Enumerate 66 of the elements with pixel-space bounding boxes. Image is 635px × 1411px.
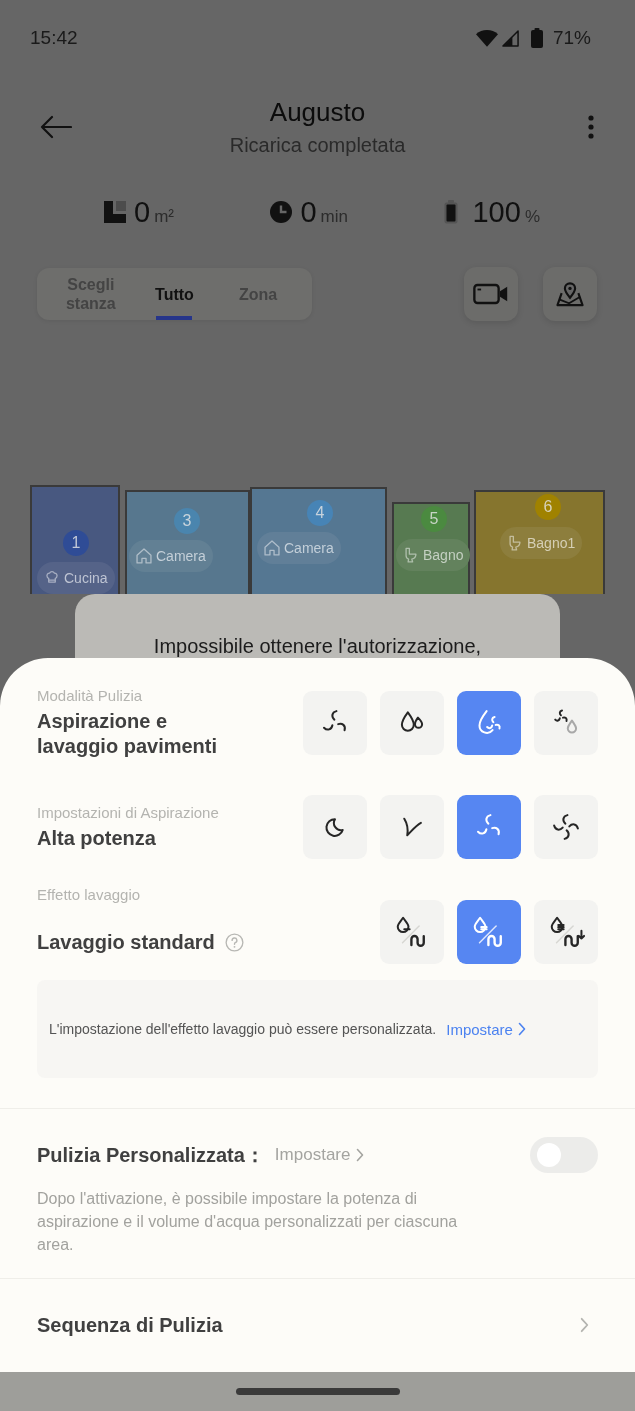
room-name: Camera	[284, 540, 334, 556]
chevron-icon	[356, 1148, 365, 1162]
toilet-icon	[402, 546, 420, 564]
setting-label: Impostazioni di Aspirazione	[37, 803, 220, 822]
room-number-marker[interactable]: 1	[63, 530, 89, 556]
house-icon	[263, 539, 281, 557]
clock-icon	[270, 201, 293, 223]
setting-label: Modalità Pulizia	[37, 687, 144, 705]
stat-unit: m²	[154, 206, 174, 227]
map-button[interactable]	[543, 267, 597, 321]
dialog-message: Impossibile ottenere l'autorizzazione,	[153, 634, 482, 658]
option-button[interactable]	[380, 691, 444, 755]
room-number-marker[interactable]: 5	[421, 506, 447, 532]
room-tag[interactable]: Bagno1	[500, 527, 583, 559]
floor-area-icon	[104, 201, 126, 223]
stat-value: 0	[134, 195, 151, 229]
wifi-icon	[475, 29, 498, 47]
help-icon[interactable]	[224, 933, 244, 952]
room-tag[interactable]: Cucina	[37, 562, 115, 594]
option-button[interactable]	[380, 900, 444, 964]
battery-percentage: 71%	[552, 27, 591, 49]
chevron-icon	[580, 1317, 589, 1333]
status-time: 15:42	[30, 27, 78, 49]
setting-label: Effetto lavaggio	[37, 886, 142, 904]
custom-cleaning-title: Pulizia Personalizzata：	[37, 1142, 265, 1168]
more-icon	[588, 115, 594, 139]
room-name: Bagno	[423, 547, 464, 563]
device-status: Ricarica completata	[229, 133, 406, 158]
setting-value: Aspirazione e lavaggio pavimenti	[37, 709, 219, 759]
battery-icon	[530, 28, 543, 48]
room-name: Cucina	[64, 570, 108, 586]
setting-value: Lavaggio standard	[37, 930, 215, 955]
toilet-icon	[506, 534, 524, 552]
device-name: Augusto	[269, 96, 366, 128]
room-area[interactable]: Bagno1 6	[474, 490, 605, 594]
room-name: Bagno1	[527, 535, 576, 551]
stat-unit: min	[320, 206, 348, 227]
battery-icon	[444, 200, 459, 224]
back-arrow-icon	[40, 115, 72, 139]
stat-value: 0	[300, 195, 317, 229]
house-icon	[135, 547, 153, 565]
room-name: Camera	[156, 548, 206, 564]
room-number-marker[interactable]: 6	[535, 494, 561, 520]
camera-button[interactable]	[464, 267, 518, 321]
stat-unit: %	[524, 206, 540, 227]
room-area[interactable]: Cucina 1	[30, 485, 120, 594]
room-number-marker[interactable]: 4	[307, 500, 333, 526]
chevron-icon	[517, 1022, 526, 1036]
stat-value: 100	[472, 195, 521, 229]
set-link[interactable]: Impostare	[446, 1020, 526, 1038]
cleaning-sequence-item[interactable]: Sequenza di Pulizia	[37, 1279, 598, 1371]
setting-value: Alta potenza	[37, 825, 156, 851]
signal-icon	[501, 29, 519, 47]
room-area[interactable]: Camera 4	[250, 487, 387, 594]
option-button[interactable]	[534, 900, 598, 964]
room-number-marker[interactable]: 3	[174, 508, 200, 534]
option-button[interactable]	[303, 795, 367, 859]
room-area[interactable]: Bagno 5	[392, 502, 470, 594]
info-text: L'impostazione dell'effetto lavaggio può essere personalizzata.	[49, 1021, 437, 1037]
room-tag[interactable]: Camera	[129, 540, 213, 572]
custom-cleaning-description: Dopo l'attivazione, è possibile impostare la potenza di aspirazione e il volume d'acqua personalizzati per ciascuna area.	[37, 1189, 459, 1255]
room-area[interactable]: Camera 3	[125, 490, 250, 594]
video-camera-icon	[473, 281, 509, 307]
tab[interactable]: Tutto	[134, 268, 215, 320]
room-tag[interactable]: Camera	[257, 532, 341, 564]
room-tag[interactable]: Bagno	[396, 539, 471, 571]
